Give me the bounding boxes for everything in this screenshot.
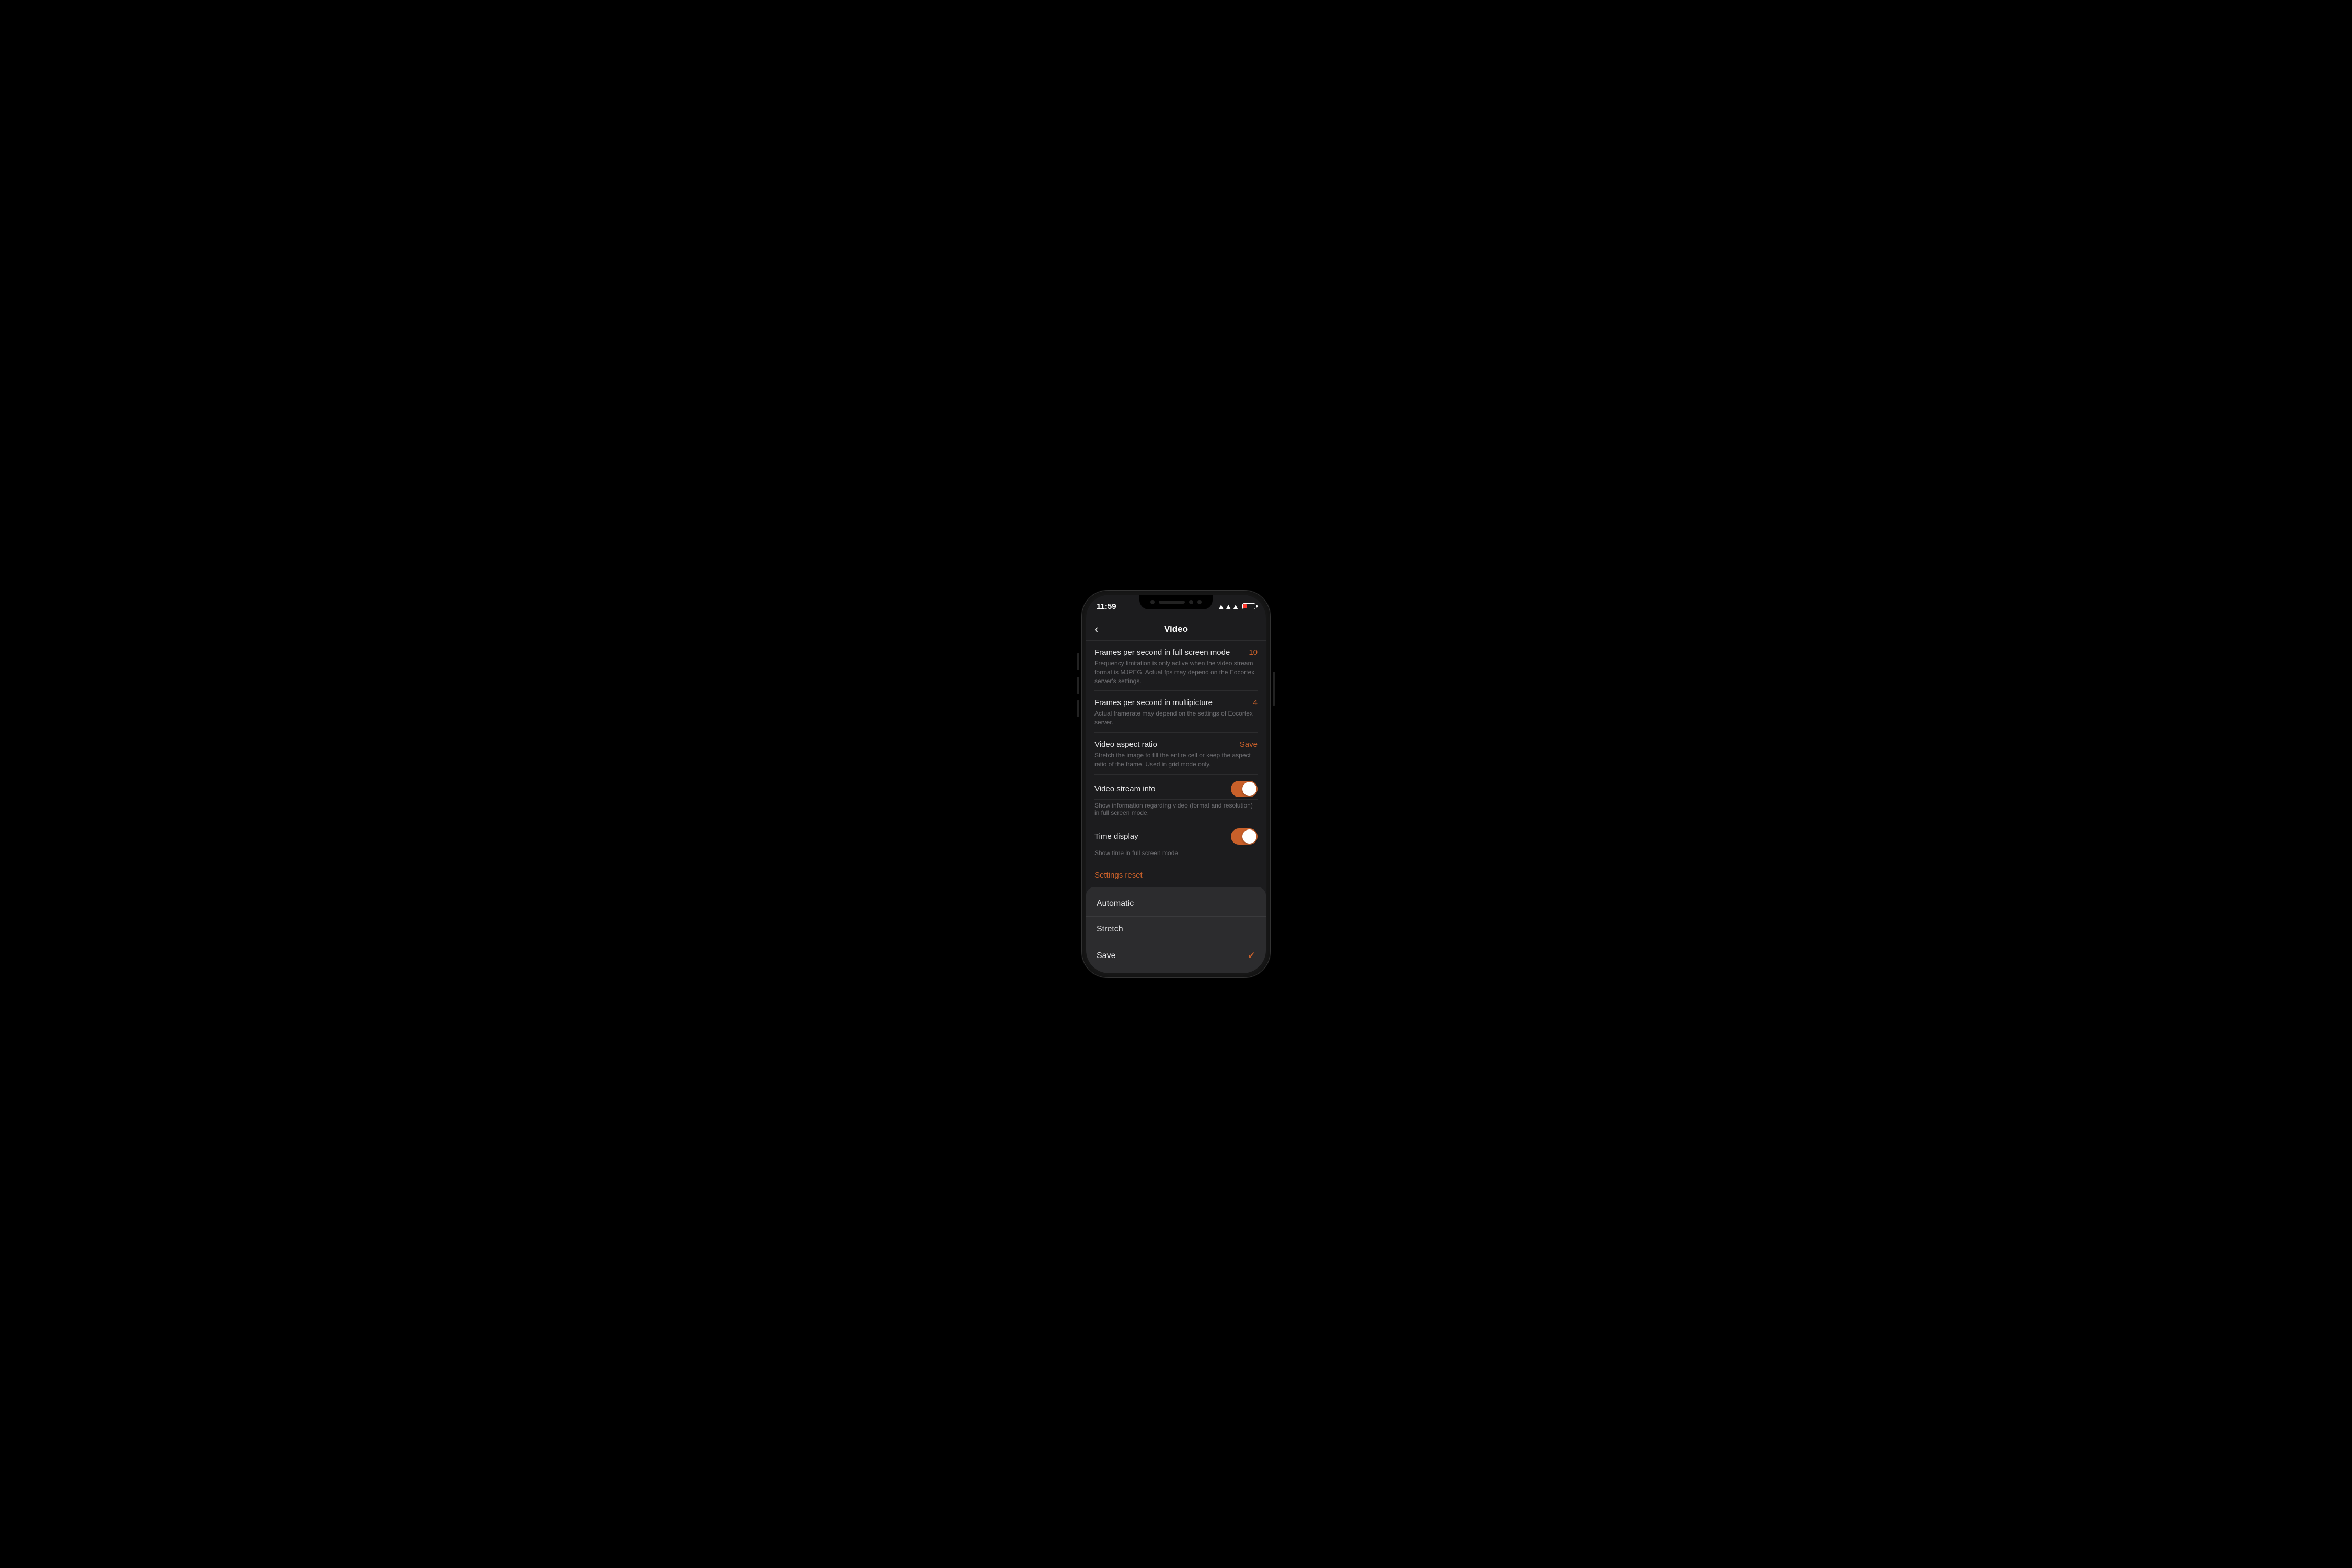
- fps-multipicture-row[interactable]: Frames per second in multipicture 4 Actu…: [1094, 691, 1258, 733]
- settings-reset-button[interactable]: Settings reset: [1094, 871, 1143, 880]
- notch-sensor: [1159, 601, 1185, 604]
- video-stream-info-label: Video stream info: [1094, 785, 1155, 793]
- battery-icon: [1242, 603, 1255, 609]
- notch-camera: [1150, 600, 1155, 604]
- fps-fullscreen-value[interactable]: 10: [1249, 648, 1258, 657]
- picker-option-stretch[interactable]: Stretch: [1086, 917, 1266, 942]
- volume-down-button[interactable]: [1077, 677, 1079, 694]
- video-aspect-header: Video aspect ratio Save: [1094, 740, 1258, 749]
- volume-up-button[interactable]: [1077, 653, 1079, 670]
- picker-overlay[interactable]: Automatic Stretch Save ✓: [1086, 887, 1266, 973]
- picker-option-save-label: Save: [1097, 951, 1115, 961]
- picker-option-save[interactable]: Save ✓: [1086, 942, 1266, 969]
- notch: [1139, 595, 1213, 609]
- video-stream-info-row[interactable]: Video stream info: [1094, 775, 1258, 800]
- time-display-desc: Show time in full screen mode: [1094, 847, 1258, 862]
- fps-multipicture-desc: Actual framerate may depend on the setti…: [1094, 709, 1258, 727]
- video-aspect-label: Video aspect ratio: [1094, 740, 1157, 749]
- fps-fullscreen-row[interactable]: Frames per second in full screen mode 10…: [1094, 641, 1258, 691]
- video-stream-info-toggle[interactable]: [1231, 781, 1258, 797]
- picker-option-automatic-label: Automatic: [1097, 899, 1134, 908]
- settings-reset-section: Settings reset: [1094, 862, 1258, 889]
- picker-option-automatic[interactable]: Automatic: [1086, 891, 1266, 917]
- fps-multipicture-label: Frames per second in multipicture: [1094, 698, 1213, 707]
- toggle-knob-time: [1242, 829, 1256, 844]
- notch-dot2: [1189, 600, 1193, 604]
- phone-frame: 11:59 ▲▲▲ ‹ Video Frames per second in f…: [1082, 591, 1270, 977]
- wifi-icon: ▲▲▲: [1217, 602, 1239, 610]
- time-display-label: Time display: [1094, 832, 1138, 841]
- settings-section: Frames per second in full screen mode 10…: [1086, 641, 1266, 889]
- status-bar: 11:59 ▲▲▲: [1086, 595, 1266, 618]
- video-aspect-row[interactable]: Video aspect ratio Save Stretch the imag…: [1094, 733, 1258, 775]
- status-icons: ▲▲▲: [1217, 602, 1255, 610]
- picker-option-stretch-label: Stretch: [1097, 925, 1123, 934]
- page-title: Video: [1164, 624, 1188, 635]
- video-aspect-value[interactable]: Save: [1240, 740, 1258, 749]
- battery-fill: [1243, 604, 1247, 608]
- back-button[interactable]: ‹: [1094, 624, 1098, 635]
- fps-multipicture-header: Frames per second in multipicture 4: [1094, 698, 1258, 707]
- checkmark-icon: ✓: [1248, 950, 1255, 961]
- silent-button[interactable]: [1077, 700, 1079, 717]
- phone-screen: 11:59 ▲▲▲ ‹ Video Frames per second in f…: [1086, 595, 1266, 973]
- time-display-row[interactable]: Time display: [1094, 822, 1258, 847]
- fps-multipicture-value[interactable]: 4: [1253, 698, 1258, 707]
- time-display-toggle[interactable]: [1231, 828, 1258, 845]
- toggle-knob-stream: [1242, 782, 1256, 796]
- fps-fullscreen-header: Frames per second in full screen mode 10: [1094, 648, 1258, 657]
- status-time: 11:59: [1097, 602, 1116, 611]
- video-stream-info-desc: Show information regarding video (format…: [1094, 800, 1258, 822]
- notch-dot3: [1197, 600, 1202, 604]
- fps-fullscreen-desc: Frequency limitation is only active when…: [1094, 659, 1258, 685]
- fps-fullscreen-label: Frames per second in full screen mode: [1094, 648, 1230, 657]
- video-aspect-desc: Stretch the image to fill the entire cel…: [1094, 751, 1258, 769]
- power-button[interactable]: [1273, 672, 1275, 706]
- navigation-bar: ‹ Video: [1086, 618, 1266, 641]
